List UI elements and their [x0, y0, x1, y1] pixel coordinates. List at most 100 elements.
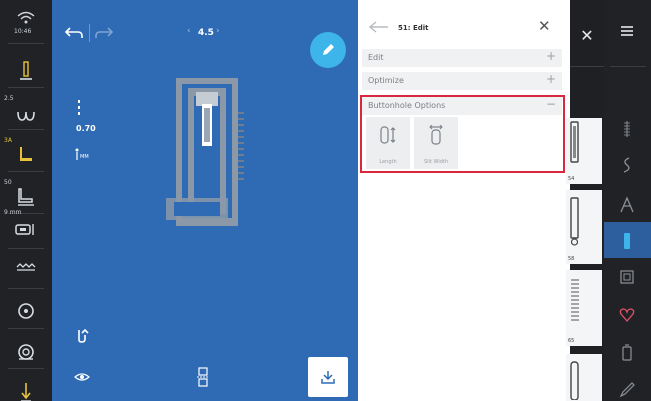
menu-button[interactable] [604, 14, 651, 50]
edit-panel: 51: Edit ✕ Edit + Optimize + Buttonhole … [358, 0, 570, 401]
collapse-icon: − [545, 97, 556, 111]
stitch-width-value: 0.70 [76, 124, 96, 133]
presser-foot-icon [20, 147, 32, 161]
feed-dog-icon [17, 111, 35, 121]
reverse-stitch-icon[interactable] [76, 328, 90, 344]
eye-icon[interactable] [74, 372, 90, 382]
divider [8, 171, 44, 172]
stitch-canvas[interactable]: ‹ 4.5 › 0.70 MM [52, 0, 358, 401]
buttonhole-foot-value: 9 mm [4, 209, 22, 216]
buttonhole-pattern-preview [166, 78, 244, 226]
wifi-status[interactable]: 10:46 [0, 0, 52, 42]
nav-alphabets[interactable] [604, 146, 651, 182]
divider [8, 368, 44, 369]
hook-tool[interactable] [0, 330, 52, 372]
nav-buttonholes[interactable] [604, 222, 651, 258]
length-option[interactable]: Length [366, 117, 410, 169]
right-nav-rail [604, 0, 651, 401]
panel-header: 51: Edit ✕ [358, 0, 570, 44]
edit-button[interactable] [310, 32, 346, 68]
decorative-stitch-icon [624, 121, 630, 137]
divider [8, 288, 44, 289]
back-arrow-icon[interactable] [368, 20, 390, 34]
section-label: Edit [368, 53, 384, 62]
redo-icon[interactable] [94, 26, 114, 40]
zoom-value: 4.5 [198, 28, 214, 38]
save-button[interactable] [308, 357, 348, 397]
hook-icon [18, 344, 34, 360]
needle-icon [20, 61, 32, 80]
close-icon[interactable]: ✕ [538, 19, 551, 34]
svg-text:MM: MM [80, 154, 89, 160]
buttonhole-stitch-icon [571, 279, 579, 321]
nav-stitch-designer[interactable] [604, 370, 651, 401]
stitch-plate-icon [16, 263, 36, 271]
stitch-card[interactable] [566, 354, 602, 401]
pen-icon [619, 382, 635, 398]
length-mm-icon[interactable]: MM [74, 148, 92, 162]
bobbin-tool[interactable] [0, 290, 52, 332]
stitch-speed-tool[interactable]: 2.5 [0, 92, 52, 134]
option-label: Slit Width [423, 159, 449, 165]
nav-quilting[interactable] [604, 258, 651, 294]
section-optimize[interactable]: Optimize + [362, 72, 562, 90]
stitch-card[interactable]: 54 [566, 118, 602, 184]
expand-icon: + [545, 49, 556, 63]
bobbin-spool-icon [622, 344, 632, 361]
buttonhole-foot-icon [15, 224, 34, 235]
nav-favorites[interactable] [604, 296, 651, 332]
section-label: Buttonhole Options [368, 101, 446, 110]
stitch-number: 54 [568, 176, 575, 182]
buttonhole-length-icon [380, 126, 396, 144]
heart-icon [619, 308, 635, 322]
zoom-decrease-icon[interactable]: ‹ [187, 26, 191, 36]
panel-title: 51: Edit [398, 24, 429, 32]
menu-icon [621, 26, 633, 36]
buttonhole-foot-tool[interactable]: 9 mm [0, 206, 52, 248]
slit-width-icon [429, 125, 443, 145]
letter-a-icon [620, 196, 634, 213]
divider [8, 43, 44, 44]
stitch-card[interactable]: 58 [566, 190, 602, 264]
divider [8, 328, 44, 329]
stitch-plate-tool[interactable] [0, 246, 52, 288]
nav-lettering[interactable] [604, 186, 651, 222]
expand-icon: + [545, 72, 556, 86]
buttonhole-stitch-icon [570, 121, 579, 163]
speed-value: 2.5 [4, 95, 14, 102]
left-tool-strip: 10:46 2.5 3A 50 9 mm [0, 0, 52, 401]
option-label: Length [379, 159, 397, 165]
divider [8, 129, 44, 130]
pencil-icon [323, 44, 334, 55]
presser-foot-tool[interactable]: 3A [0, 134, 52, 176]
download-icon [321, 371, 335, 384]
needle-threader-tool[interactable] [0, 370, 52, 401]
wifi-icon [17, 11, 35, 24]
quilt-icon [620, 270, 634, 284]
clock-time: 10:46 [14, 28, 32, 35]
undo-icon[interactable] [64, 26, 84, 40]
buttonhole-stitch-icon [570, 361, 579, 400]
tension-value: 50 [4, 179, 12, 186]
stitch-number: 65 [568, 338, 575, 344]
slit-width-option[interactable]: Slit Width [414, 117, 458, 169]
stitch-number: 58 [568, 256, 575, 262]
divider [8, 87, 44, 88]
presser-foot-value: 3A [4, 137, 12, 144]
mirror-icon[interactable] [197, 367, 209, 387]
close-icon[interactable]: ✕ [570, 28, 604, 44]
buttonhole-stitch-icon [570, 197, 579, 246]
divider [610, 66, 646, 67]
stitch-card[interactable]: 65 [566, 270, 602, 346]
stitch-width-icon [78, 100, 80, 115]
script-icon [623, 157, 630, 173]
section-edit[interactable]: Edit + [362, 49, 562, 67]
nav-memory[interactable] [604, 334, 651, 370]
needle-position-tool[interactable] [0, 50, 52, 92]
zoom-increase-icon[interactable]: › [216, 26, 220, 36]
section-buttonhole-options[interactable]: Buttonhole Options − [362, 97, 562, 115]
buttonhole-icon [624, 233, 630, 249]
nav-decorative-stitches[interactable] [604, 110, 651, 146]
divider [570, 66, 604, 67]
needle-down-icon [21, 383, 31, 401]
